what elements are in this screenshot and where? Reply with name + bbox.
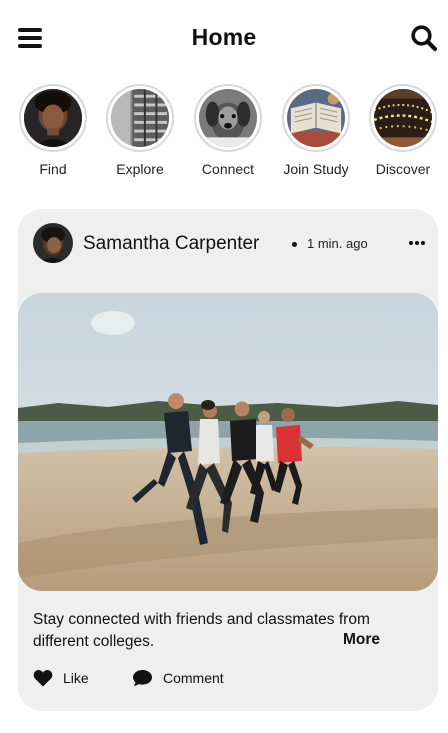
comment-button[interactable]: Comment (132, 667, 224, 689)
more-horizontal-icon[interactable] (409, 241, 427, 247)
post-timestamp: 1 min. ago (307, 236, 368, 251)
page-title: Home (191, 24, 257, 50)
story-label: Join Study (283, 161, 349, 177)
story-avatar (106, 84, 174, 152)
story-label: Connect (201, 161, 255, 177)
comment-bubble-icon (133, 670, 152, 687)
story-avatar (194, 84, 262, 152)
story-label: Find (39, 161, 67, 177)
heart-icon (33, 670, 53, 687)
story-connect[interactable]: Connect (183, 84, 273, 177)
story-discover[interactable]: Discover (358, 84, 448, 177)
story-avatar (369, 84, 437, 152)
story-label: Explore (116, 161, 164, 177)
search-icon[interactable] (410, 24, 438, 52)
like-button[interactable]: Like (33, 667, 89, 689)
story-avatar (282, 84, 350, 152)
story-find[interactable]: Find (8, 84, 98, 177)
stories-row: Find Explore Connect Join Study Discover (0, 84, 448, 184)
comment-label: Comment (163, 670, 224, 686)
author-name[interactable]: Samantha Carpenter (83, 233, 259, 255)
story-join-study[interactable]: Join Study (271, 84, 361, 177)
story-avatar (19, 84, 87, 152)
story-explore[interactable]: Explore (95, 84, 185, 177)
post-card: Samantha Carpenter 1 min. ago Stay conne… (18, 209, 438, 711)
separator-dot (292, 242, 297, 247)
top-bar: Home (0, 0, 448, 76)
more-link[interactable]: More (343, 631, 380, 649)
post-image[interactable] (18, 293, 438, 591)
story-label: Discover (375, 161, 431, 177)
author-avatar[interactable] (33, 223, 73, 263)
like-label: Like (63, 670, 89, 686)
